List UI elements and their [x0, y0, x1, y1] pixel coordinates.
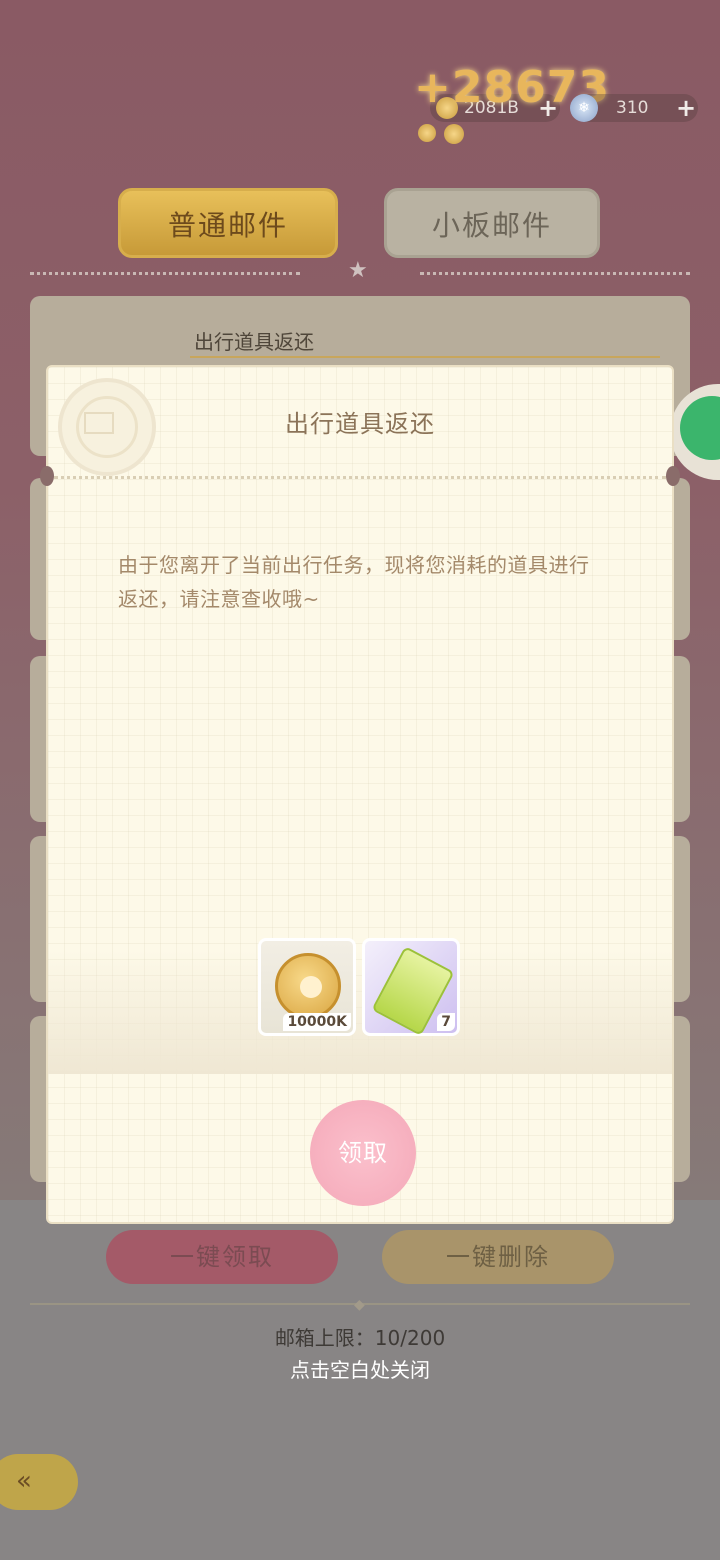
reward-quantity: 7 — [437, 1013, 455, 1031]
divider — [30, 272, 300, 276]
bear-face — [300, 976, 322, 998]
reward-item-ticket[interactable]: 7 — [362, 938, 460, 1036]
coin-icon — [275, 953, 341, 1019]
mail-title: 出行道具返还 — [194, 330, 314, 354]
reward-area — [48, 950, 672, 1074]
ticket-notch — [666, 466, 680, 486]
gem-balance-value: 310 — [616, 98, 649, 118]
claim-button[interactable]: 领取 — [310, 1100, 416, 1206]
reward-quantity: 10000K — [283, 1013, 351, 1031]
add-gem-button[interactable]: + — [676, 96, 696, 120]
delete-all-button[interactable]: 一键删除 — [382, 1230, 614, 1284]
close-hint[interactable]: 点击空白处关闭 — [0, 1354, 720, 1383]
dialog-title: 出行道具返还 — [285, 410, 435, 438]
ticket-notch — [40, 466, 54, 486]
back-button[interactable]: « — [0, 1454, 78, 1510]
diamond-icon: ◆ — [354, 1297, 365, 1313]
divider — [420, 272, 690, 276]
dialog-body: 由于您离开了当前出行任务，现将您消耗的道具进行返还，请注意查收哦~ — [118, 553, 590, 611]
reward-item-coin[interactable]: 10000K — [258, 938, 356, 1036]
mail-detail-dialog — [46, 365, 674, 1224]
tab-normal-mail[interactable]: 普通邮件 — [118, 188, 338, 258]
divider — [54, 476, 666, 479]
coin-icon — [418, 124, 436, 142]
claim-all-button[interactable]: 一键领取 — [106, 1230, 338, 1284]
mailbox-limit: 邮箱上限：10/200 — [274, 1326, 446, 1350]
tab-board-mail[interactable]: 小板邮件 — [384, 188, 600, 258]
star-icon: ★ — [348, 258, 368, 283]
back-arrow-icon: « — [16, 1466, 32, 1496]
gem-icon: ❄ — [570, 94, 598, 122]
coin-icon — [444, 124, 464, 144]
divider — [190, 356, 660, 358]
